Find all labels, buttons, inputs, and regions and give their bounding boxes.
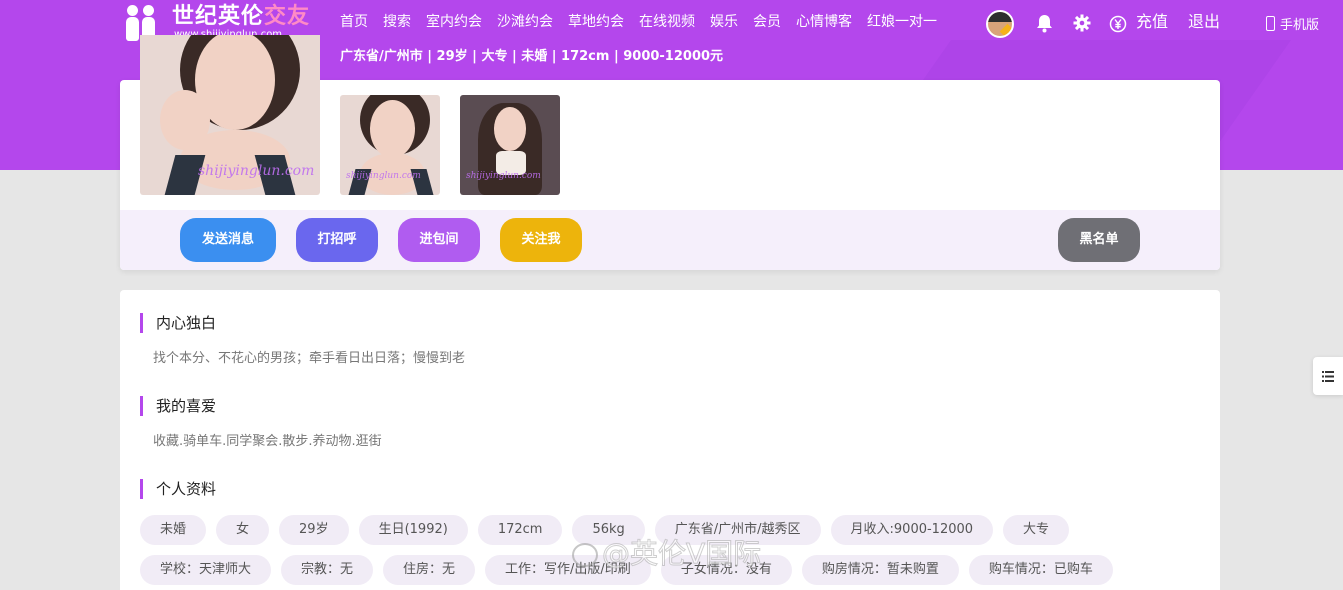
send-message-button[interactable]: 发送消息	[180, 218, 276, 262]
mobile-phone-icon	[1266, 15, 1275, 31]
nav-entertainment[interactable]: 娱乐	[710, 12, 738, 32]
mobile-version-link[interactable]: 手机版	[1266, 13, 1319, 33]
tag-religion: 宗教：无	[281, 555, 374, 585]
hobbies-title: 我的喜爱	[140, 396, 216, 416]
hobbies-text: 收藏.骑单车.同学聚会.散步.养动物.逛街	[153, 434, 382, 449]
user-avatar[interactable]	[986, 10, 1014, 38]
private-room-button[interactable]: 进包间	[398, 218, 480, 262]
tag-school: 学校：天津师大	[140, 555, 272, 585]
tag-car-purchase: 购车情况：已购车	[968, 555, 1113, 585]
nav-matchmaker[interactable]: 红娘一对一	[867, 12, 937, 32]
weibo-icon	[572, 543, 598, 567]
main-profile-photo[interactable]: shijiyinglun.com	[140, 35, 320, 195]
blacklist-button[interactable]: 黑名单	[1058, 218, 1140, 262]
tag-birthday: 生日(1992)	[358, 515, 468, 545]
nav-membership[interactable]: 会员	[753, 12, 781, 32]
photo-watermark: shijiyinglun.com	[346, 171, 421, 181]
logo-title: 世纪英伦交友	[172, 4, 311, 29]
tag-marital-status: 未婚	[140, 515, 207, 545]
vip-badge-icon	[999, 23, 1012, 36]
bell-icon[interactable]	[1034, 13, 1054, 33]
nav-indoor-date[interactable]: 室内约会	[426, 12, 482, 32]
profile-photo-thumb[interactable]: shijiyinglun.com	[340, 95, 440, 195]
nav-search[interactable]: 搜索	[383, 12, 411, 32]
nav-online-video[interactable]: 在线视频	[639, 12, 695, 32]
tag-education: 大专	[1003, 515, 1070, 545]
yuan-icon[interactable]	[1108, 14, 1128, 34]
follow-button[interactable]: 关注我	[500, 218, 582, 262]
recharge-link[interactable]: 充值	[1136, 12, 1168, 32]
nav-lawn-date[interactable]: 草地约会	[568, 12, 624, 32]
nav-home[interactable]: 首页	[340, 12, 368, 32]
tag-house-purchase: 购房情况：暂未购置	[801, 555, 959, 585]
nav-beach-date[interactable]: 沙滩约会	[497, 12, 553, 32]
personal-info-title: 个人资料	[140, 479, 216, 499]
photo-watermark: shijiyinglun.com	[198, 163, 315, 179]
monologue-text: 找个本分、不花心的男孩；牵手看日出日落；慢慢到老	[153, 351, 466, 366]
logout-link[interactable]: 退出	[1188, 12, 1220, 32]
main-nav: 首页 搜索 室内约会 沙滩约会 草地约会 在线视频 娱乐 会员 心情博客 红娘一…	[340, 12, 952, 32]
nav-mood-blog[interactable]: 心情博客	[796, 12, 852, 32]
greet-button[interactable]: 打招呼	[296, 218, 378, 262]
monologue-title: 内心独白	[140, 313, 216, 333]
tag-gender: 女	[216, 515, 270, 545]
photo-watermark: shijiyinglun.com	[466, 171, 541, 181]
tag-age: 29岁	[279, 515, 349, 545]
list-menu-icon[interactable]	[1313, 357, 1343, 395]
tag-income: 月收入:9000-12000	[830, 515, 994, 545]
profile-summary: 广东省/广州市 | 29岁 | 大专 | 未婚 | 172cm | 9000-1…	[340, 49, 724, 64]
mobile-version-label: 手机版	[1280, 17, 1320, 33]
tag-housing: 住房：无	[383, 555, 476, 585]
profile-photo-thumb[interactable]: shijiyinglun.com	[460, 95, 560, 195]
action-bar	[120, 210, 1220, 270]
gear-icon[interactable]	[1072, 13, 1092, 33]
tag-height: 172cm	[477, 515, 563, 545]
overlay-watermark: @英伦V国际	[572, 534, 762, 574]
